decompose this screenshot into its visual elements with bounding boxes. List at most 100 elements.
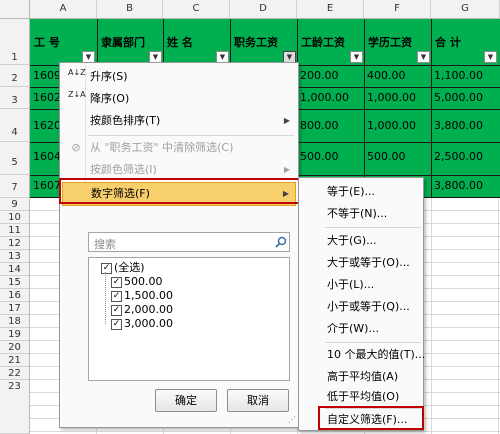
less-than-item[interactable]: 小于(L)... [301, 274, 421, 296]
checkbox[interactable]: ✓ [111, 276, 122, 288]
not-equals-item[interactable]: 不等于(N)... [301, 203, 421, 225]
header-employee-id: 工 号 [34, 36, 60, 49]
header-total: 合 计 [435, 36, 461, 49]
callout-custom-filter [318, 406, 424, 430]
menu-separator [325, 227, 421, 228]
checkbox[interactable]: ✓ [101, 262, 112, 274]
row-header-22[interactable]: 22 [0, 367, 30, 380]
clear-filter-icon: ⊘ [71, 141, 81, 154]
value-checkbox-row[interactable]: ✓ 3,000.00 [111, 317, 173, 331]
row-header-20[interactable]: 20 [0, 341, 30, 354]
column-header-c[interactable]: C [163, 0, 230, 19]
cell-education[interactable]: 1,000.00 [365, 88, 429, 108]
row-header-7[interactable]: 7 [0, 175, 30, 198]
greater-or-equal-item[interactable]: 大于或等于(O)... [301, 252, 421, 274]
resize-grip-icon[interactable]: ⋰ [286, 415, 296, 425]
search-placeholder: 搜索 [94, 238, 116, 251]
column-header-b[interactable]: B [97, 0, 163, 19]
cell-id[interactable]: 1609 [31, 66, 59, 86]
filter-dropdown-g[interactable]: ▼ [484, 51, 497, 63]
cell-total[interactable]: 1,100.00 [432, 66, 498, 86]
cell-seniority[interactable]: 500.00 [298, 147, 362, 167]
column-header-g[interactable]: G [431, 0, 500, 19]
cell-seniority[interactable]: 200.00 [298, 66, 362, 86]
less-or-equal-item[interactable]: 小于或等于(Q)... [301, 296, 421, 318]
search-field[interactable]: 搜索 [88, 232, 290, 252]
value-checkbox-row[interactable]: ✓ 2,000.00 [111, 303, 173, 317]
filter-values-list: ✓ (全选) ✓ 500.00 ✓ 1,500.00 ✓ 2,000.00 ✓ 3,000… [88, 257, 290, 381]
cell-total[interactable]: 3,800.00 [432, 176, 498, 196]
greater-than-item[interactable]: 大于(G)... [301, 230, 421, 252]
sort-by-color-label: 按颜色排序(T) [90, 114, 161, 127]
checkbox[interactable]: ✓ [111, 318, 122, 330]
cell-id[interactable]: 1607 [31, 176, 59, 196]
row-header-16[interactable]: 16 [0, 289, 30, 302]
checkbox-label: 3,000.00 [124, 317, 173, 330]
filter-by-color-label: 按颜色筛选(I) [90, 163, 157, 176]
row-header-14[interactable]: 14 [0, 263, 30, 276]
row-header-5[interactable]: 5 [0, 142, 30, 175]
clear-filter-item[interactable]: ⊘ 从 "职务工资" 中清除筛选(C) [62, 137, 296, 159]
row-header-13[interactable]: 13 [0, 250, 30, 263]
header-seniority-salary: 工龄工资 [301, 36, 345, 49]
row-header-10[interactable]: 10 [0, 211, 30, 224]
cell-seniority[interactable]: 800.00 [298, 116, 362, 136]
sort-ascending-item[interactable]: A↓Z 升序(S) [62, 66, 296, 88]
cell-id[interactable]: 1604 [31, 147, 59, 167]
column-header-d[interactable]: D [230, 0, 297, 19]
cell-total[interactable]: 3,800.00 [432, 116, 498, 136]
row-header-19[interactable]: 19 [0, 328, 30, 341]
row-header-4[interactable]: 4 [0, 109, 30, 142]
above-average-item[interactable]: 高于平均值(A) [301, 366, 421, 388]
row-header-18[interactable]: 18 [0, 315, 30, 328]
row-header-12[interactable]: 12 [0, 237, 30, 250]
row-header-15[interactable]: 15 [0, 276, 30, 289]
header-name: 姓 名 [167, 36, 193, 49]
row-header-11[interactable]: 11 [0, 224, 30, 237]
cell-education[interactable]: 400.00 [365, 66, 429, 86]
checkbox[interactable]: ✓ [111, 290, 122, 302]
column-header-a[interactable]: A [30, 0, 97, 19]
menu-separator [88, 135, 294, 136]
cell-total[interactable]: 5,000.00 [432, 88, 498, 108]
sort-descending-icon: Z↓A [68, 90, 86, 99]
checkbox[interactable]: ✓ [111, 304, 122, 316]
value-checkbox-row[interactable]: ✓ 500.00 [111, 275, 163, 289]
column-header-e[interactable]: E [297, 0, 364, 19]
cancel-button[interactable]: 取消 [227, 389, 289, 412]
column-header-f[interactable]: F [364, 0, 431, 19]
clear-filter-label: 从 "职务工资" 中清除筛选(C) [90, 141, 234, 154]
row-header-2[interactable]: 2 [0, 65, 30, 87]
sort-descending-label: 降序(O) [90, 92, 130, 105]
row-header-23[interactable]: 23 [0, 380, 30, 434]
cell-total[interactable]: 2,500.00 [432, 147, 498, 167]
filter-dropdown-f[interactable]: ▼ [417, 51, 430, 63]
row-header-9[interactable]: 9 [0, 198, 30, 211]
select-all-corner[interactable] [0, 0, 30, 19]
checkbox-label: 1,500.00 [124, 289, 173, 302]
cell-education[interactable]: 500.00 [365, 147, 429, 167]
search-icon [275, 236, 287, 248]
cell-id[interactable]: 1602 [31, 88, 59, 108]
cell-education[interactable]: 1,000.00 [365, 116, 429, 136]
row-header-1[interactable]: 1 [0, 19, 30, 65]
row-header-17[interactable]: 17 [0, 302, 30, 315]
sort-by-color-item[interactable]: 按颜色排序(T) ▶ [62, 110, 296, 132]
filter-dropdown-e[interactable]: ▼ [350, 51, 363, 63]
sort-ascending-icon: A↓Z [68, 68, 86, 77]
header-education-salary: 学历工资 [368, 36, 412, 49]
row-header-21[interactable]: 21 [0, 354, 30, 367]
cell-seniority[interactable]: 1,000.00 [298, 88, 362, 108]
below-average-item[interactable]: 低于平均值(O) [301, 386, 421, 408]
between-item[interactable]: 介于(W)... [301, 318, 421, 340]
row-header-3[interactable]: 3 [0, 87, 30, 109]
top-10-item[interactable]: 10 个最大的值(T)... [301, 344, 425, 366]
equals-item[interactable]: 等于(E)... [301, 181, 421, 203]
cell-id[interactable]: 1620 [31, 116, 59, 136]
checkbox-label: (全选) [114, 261, 145, 274]
value-checkbox-row[interactable]: ✓ 1,500.00 [111, 289, 173, 303]
sort-descending-item[interactable]: Z↓A 降序(O) [62, 88, 296, 110]
select-all-checkbox-row[interactable]: ✓ (全选) [101, 261, 145, 275]
ok-button[interactable]: 确定 [155, 389, 217, 412]
header-position-salary: 职务工资 [234, 36, 278, 49]
